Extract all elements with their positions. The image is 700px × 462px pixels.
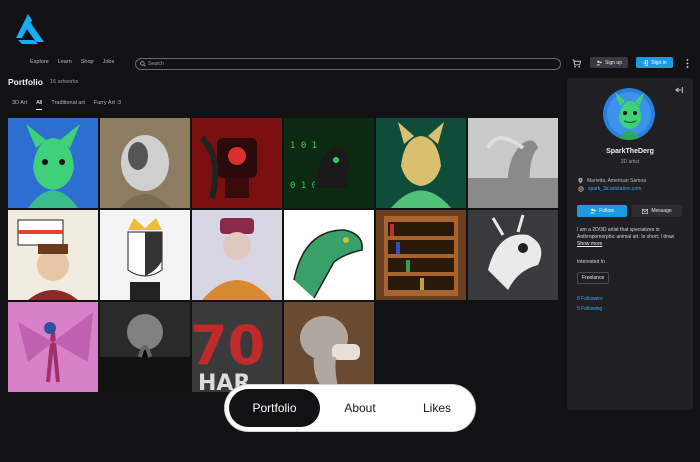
artwork-thumbnail[interactable] bbox=[376, 118, 466, 208]
freelance-tag: Freelance bbox=[577, 272, 610, 284]
pink-winged-dragon-image bbox=[8, 302, 98, 392]
show-more-link[interactable]: Show more bbox=[577, 241, 602, 247]
profile-location: Marietta, American Samoa bbox=[578, 178, 646, 184]
elephant-render-image bbox=[284, 302, 374, 392]
interested-in-heading: Interested In bbox=[577, 259, 605, 265]
svg-text:70: 70 bbox=[192, 314, 265, 377]
message-button[interactable]: Message bbox=[632, 205, 682, 217]
artwork-thumbnail[interactable] bbox=[100, 210, 190, 300]
furry-dragon-portrait-image bbox=[8, 118, 98, 208]
boy-with-flag-image bbox=[8, 210, 98, 300]
white-dragon-render-image bbox=[468, 210, 558, 300]
artwork-thumbnail[interactable] bbox=[376, 210, 466, 300]
filter-tabs: 3D Art All Traditional art Furry Art :3 bbox=[12, 100, 130, 110]
nav-jobs[interactable]: Jobs bbox=[103, 59, 115, 65]
main-nav: Explore Learn Shop Jobs bbox=[30, 59, 123, 65]
follow-label: Follow bbox=[599, 208, 614, 214]
filter-3d-art[interactable]: 3D Art bbox=[12, 100, 27, 110]
artstation-logo-icon[interactable] bbox=[14, 14, 46, 44]
artwork-thumbnail[interactable] bbox=[284, 302, 374, 392]
tab-portfolio[interactable]: Portfolio bbox=[229, 389, 320, 427]
artwork-thumbnail[interactable] bbox=[100, 118, 190, 208]
profile-website[interactable]: spark_3d.artstation.com bbox=[578, 186, 641, 192]
sign-up-label: Sign up bbox=[605, 59, 622, 66]
artwork-thumbnail[interactable] bbox=[8, 302, 98, 392]
location-pin-icon bbox=[578, 178, 583, 184]
artwork-thumbnail[interactable] bbox=[8, 210, 98, 300]
profile-name: SparkTheDerg bbox=[606, 148, 654, 155]
followers-link[interactable]: 8 Followers bbox=[577, 296, 603, 302]
red-robot-creature-image bbox=[192, 118, 282, 208]
artwork-thumbnail[interactable] bbox=[100, 302, 190, 392]
message-label: Message bbox=[651, 208, 672, 214]
tab-about[interactable]: About bbox=[322, 389, 398, 427]
artwork-thumbnail[interactable]: 1 0 1 0 1 0 bbox=[284, 118, 374, 208]
matrix-dragon-image: 1 0 1 0 1 0 bbox=[284, 118, 374, 208]
search-bar bbox=[135, 58, 561, 70]
following-link[interactable]: 5 Following bbox=[577, 306, 602, 312]
more-options-icon[interactable] bbox=[686, 59, 689, 68]
page-title: Portfolio bbox=[8, 77, 43, 87]
svg-text:1 0 1: 1 0 1 bbox=[290, 141, 317, 151]
artwork-thumbnail[interactable] bbox=[468, 210, 558, 300]
filter-all[interactable]: All bbox=[36, 100, 43, 110]
sign-in-label: Sign in bbox=[651, 59, 667, 66]
envelope-icon bbox=[642, 208, 649, 214]
dark-tree-render-image bbox=[100, 302, 190, 392]
globe-icon bbox=[578, 186, 584, 192]
artwork-thumbnail[interactable] bbox=[468, 118, 558, 208]
furry-hoodie-portrait-image bbox=[376, 118, 466, 208]
profile-bio: I am a 2D/3D artist that specializes in … bbox=[577, 227, 675, 240]
nav-learn[interactable]: Learn bbox=[58, 59, 72, 65]
follow-button[interactable]: Follow bbox=[577, 205, 627, 217]
artwork-thumbnail[interactable] bbox=[192, 118, 282, 208]
sign-in-button[interactable]: Sign in bbox=[636, 57, 673, 68]
artwork-thumbnail[interactable] bbox=[284, 210, 374, 300]
70-hard-text-image: 70HAR bbox=[192, 302, 282, 392]
artwork-count: 16 artworks bbox=[50, 79, 79, 85]
user-plus-icon bbox=[590, 208, 597, 214]
sign-in-icon bbox=[642, 59, 649, 66]
website-link[interactable]: spark_3d.artstation.com bbox=[588, 186, 641, 192]
filter-furry-art[interactable]: Furry Art :3 bbox=[94, 100, 121, 110]
boy-beanie-sketch-image bbox=[192, 210, 282, 300]
artwork-thumbnail[interactable]: 70 HAR bbox=[192, 302, 282, 392]
search-input[interactable] bbox=[146, 61, 548, 67]
cart-icon[interactable] bbox=[572, 59, 581, 68]
artwork-thumbnail[interactable] bbox=[8, 118, 98, 208]
user-plus-icon bbox=[596, 60, 603, 65]
artwork-thumbnail[interactable] bbox=[192, 210, 282, 300]
nav-shop[interactable]: Shop bbox=[81, 59, 94, 65]
avatar[interactable] bbox=[603, 88, 655, 140]
furry-goat-sketch-image bbox=[100, 118, 190, 208]
filter-traditional-art[interactable]: Traditional art bbox=[51, 100, 84, 110]
nav-explore[interactable]: Explore bbox=[30, 59, 49, 65]
sign-up-button[interactable]: Sign up bbox=[590, 57, 628, 68]
bookshelf-render-image bbox=[376, 210, 466, 300]
tab-likes[interactable]: Likes bbox=[400, 389, 474, 427]
location-text: Marietta, American Samoa bbox=[587, 178, 646, 184]
collapse-panel-icon[interactable] bbox=[675, 87, 683, 93]
crowned-split-face-image bbox=[100, 210, 190, 300]
profile-role: 3D artist bbox=[620, 159, 640, 165]
dragon-head-sketch-image bbox=[284, 210, 374, 300]
svg-text:0 1 0: 0 1 0 bbox=[290, 181, 317, 191]
grey-dragon-render-image bbox=[468, 118, 558, 208]
